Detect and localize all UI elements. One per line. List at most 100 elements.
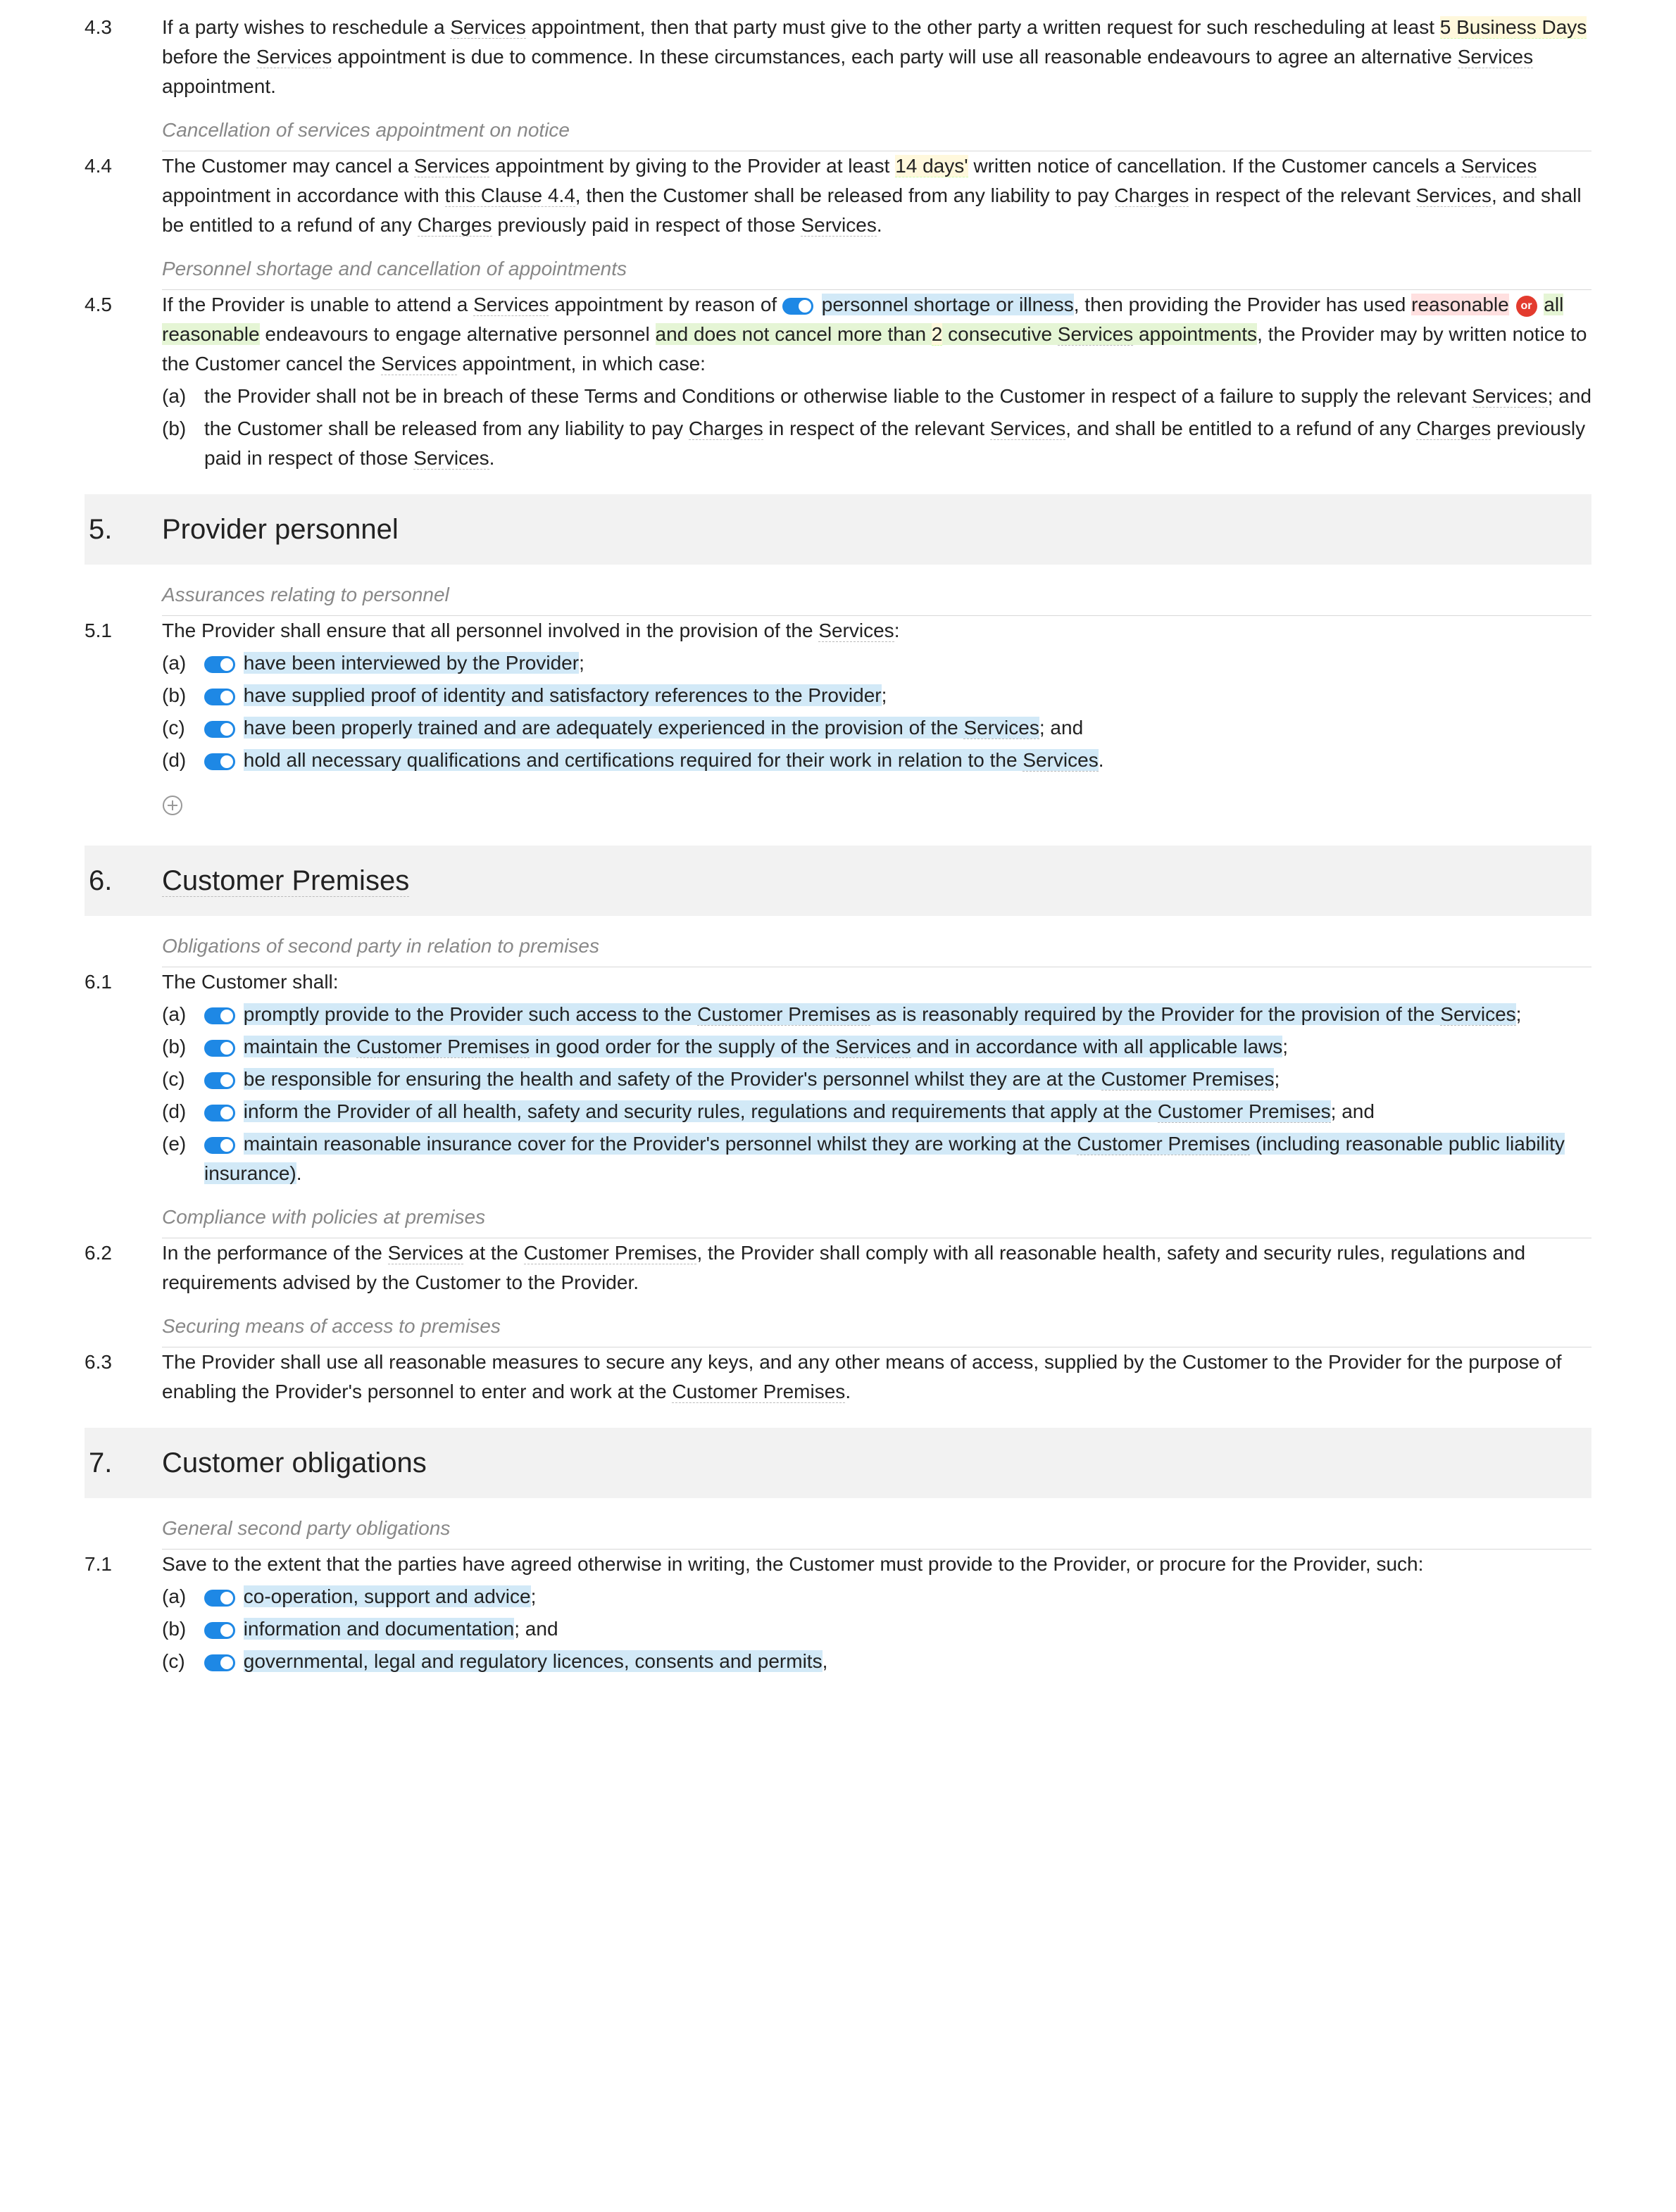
defined-term-services[interactable]: Services [1440, 1003, 1515, 1026]
or-badge-icon[interactable]: or [1516, 296, 1537, 317]
defined-term-charges[interactable]: Charges [1416, 417, 1491, 440]
defined-term-services[interactable]: Services [473, 294, 549, 316]
sub-clause-b: (b) have supplied proof of identity and … [162, 681, 1591, 710]
toggle-switch[interactable] [782, 298, 813, 315]
clause-6-1: 6.1 The Customer shall: (a) promptly pro… [85, 967, 1591, 1188]
sub-letter: (c) [162, 1064, 204, 1094]
optional-text[interactable]: governmental, legal and regulatory licen… [244, 1650, 823, 1672]
text: and does not cancel more than [656, 323, 932, 345]
text: before the [162, 46, 256, 68]
toggle-switch[interactable] [204, 1072, 235, 1089]
sub-letter: (b) [162, 414, 204, 473]
defined-term-services[interactable]: Services [1023, 749, 1098, 772]
text: ; [882, 684, 887, 706]
defined-term-customer-premises[interactable]: Customer Premises [162, 865, 409, 897]
optional-text[interactable]: information and documentation [244, 1618, 514, 1640]
optional-text[interactable]: personnel shortage or illness [822, 294, 1074, 315]
text: at the [463, 1242, 524, 1264]
section-title: Customer obligations [162, 1442, 427, 1484]
defined-term-services[interactable]: Services [414, 155, 489, 177]
defined-term-customer-premises[interactable]: Customer Premises [1077, 1133, 1250, 1155]
toggle-switch[interactable] [204, 1622, 235, 1639]
defined-term-charges[interactable]: Charges [1115, 184, 1189, 207]
defined-term-services[interactable]: Services [413, 447, 489, 470]
defined-term-services[interactable]: Services [990, 417, 1065, 440]
toggle-switch[interactable] [204, 1590, 235, 1607]
defined-term-services[interactable]: Services [1416, 184, 1491, 207]
text: . [877, 214, 882, 236]
toggle-switch[interactable] [204, 656, 235, 673]
optional-text[interactable]: hold all necessary qualifications and ce… [244, 749, 1099, 771]
editable-field-count[interactable]: 2 [932, 323, 943, 346]
text: ; and [514, 1618, 558, 1640]
text: inform the Provider of all health, safet… [244, 1100, 1158, 1122]
toggle-switch[interactable] [204, 753, 235, 770]
toggle-switch[interactable] [204, 1137, 235, 1154]
defined-term-charges[interactable]: Charges [418, 214, 492, 237]
defined-term-customer-premises[interactable]: Customer Premises [1101, 1068, 1275, 1091]
defined-term-customer-premises[interactable]: Customer Premises [356, 1036, 530, 1058]
defined-term-customer-premises[interactable]: Customer Premises [672, 1381, 845, 1403]
toggle-switch[interactable] [204, 721, 235, 738]
sub-body: promptly provide to the Provider such ac… [204, 1000, 1591, 1029]
optional-text[interactable]: inform the Provider of all health, safet… [244, 1100, 1331, 1122]
defined-term-services[interactable]: Services [818, 620, 894, 642]
toggle-switch[interactable] [204, 689, 235, 705]
clause-body: The Customer shall: (a) promptly provide… [162, 967, 1591, 1188]
sub-letter: (a) [162, 382, 204, 411]
optional-text[interactable]: be responsible for ensuring the health a… [244, 1068, 1275, 1090]
clause-annotation: Personnel shortage and cancellation of a… [162, 251, 1591, 284]
sub-clause-b: (b) information and documentation; and [162, 1614, 1591, 1644]
defined-term-charges[interactable]: Charges [689, 417, 763, 440]
alternative-option-a[interactable]: reasonable [1411, 294, 1509, 315]
defined-term-services[interactable]: Services [1458, 46, 1533, 68]
optional-phrase[interactable]: and does not cancel more than 2 consecut… [656, 323, 1258, 345]
text: previously paid in respect of those [492, 214, 801, 236]
defined-term-customer-premises[interactable]: Customer Premises [1158, 1100, 1331, 1123]
defined-term-services[interactable]: Services [256, 46, 332, 68]
sub-body: the Provider shall not be in breach of t… [204, 382, 1591, 411]
section-header-6: 6. Customer Premises [85, 846, 1591, 916]
optional-text[interactable]: have been interviewed by the Provider [244, 652, 579, 674]
text: In the performance of the [162, 1242, 388, 1264]
defined-term-services[interactable]: Services [835, 1036, 911, 1058]
defined-term-services[interactable]: Services [801, 214, 876, 237]
defined-term-clause-ref[interactable]: this Clause 4.4 [445, 184, 575, 207]
optional-text[interactable]: maintain the Customer Premises in good o… [244, 1036, 1282, 1057]
clause-7-1: 7.1 Save to the extent that the parties … [85, 1550, 1591, 1676]
defined-term-services[interactable]: Services [1058, 323, 1133, 346]
sub-letter: (d) [162, 1097, 204, 1126]
optional-text[interactable]: have supplied proof of identity and sati… [244, 684, 882, 706]
editable-field-notice-period[interactable]: 14 days' [895, 155, 968, 177]
toggle-switch[interactable] [204, 1040, 235, 1057]
add-clause-icon[interactable] [162, 795, 183, 816]
defined-term-services[interactable]: Services [450, 16, 525, 39]
sub-clause-c: (c) be responsible for ensuring the heal… [162, 1064, 1591, 1094]
text: hold all necessary qualifications and ce… [244, 749, 1023, 771]
sub-letter: (b) [162, 1032, 204, 1062]
sub-letter: (e) [162, 1129, 204, 1188]
defined-term-services[interactable]: Services [388, 1242, 463, 1264]
clause-number: 6.1 [85, 967, 162, 1188]
toggle-switch[interactable] [204, 1007, 235, 1024]
text: as is reasonably required by the Provide… [870, 1003, 1440, 1025]
defined-term-customer-premises[interactable]: Customer Premises [697, 1003, 870, 1026]
optional-text[interactable]: have been properly trained and are adequ… [244, 717, 1039, 739]
defined-term-services[interactable]: Services [963, 717, 1039, 739]
toggle-switch[interactable] [204, 1654, 235, 1671]
optional-text[interactable]: promptly provide to the Provider such ac… [244, 1003, 1516, 1025]
defined-term-services[interactable]: Services [1472, 385, 1547, 408]
text: in respect of the relevant [763, 417, 990, 439]
optional-text[interactable]: co-operation, support and advice [244, 1585, 531, 1607]
defined-term-services[interactable]: Services [1461, 155, 1537, 177]
optional-text[interactable]: maintain reasonable insurance cover for … [204, 1133, 1565, 1184]
defined-term-customer-premises[interactable]: Customer Premises [524, 1242, 697, 1264]
text: Save to the extent that the parties have… [162, 1553, 1423, 1575]
text: the Provider shall not be in breach of t… [204, 385, 1472, 407]
text: promptly provide to the Provider such ac… [244, 1003, 697, 1025]
text: The Provider shall ensure that all perso… [162, 620, 818, 641]
defined-term-services[interactable]: Services [381, 353, 456, 375]
editable-field-days[interactable]: 5 Business Days [1440, 16, 1587, 39]
clause-annotation: Compliance with policies at premises [162, 1200, 1591, 1232]
toggle-switch[interactable] [204, 1105, 235, 1121]
